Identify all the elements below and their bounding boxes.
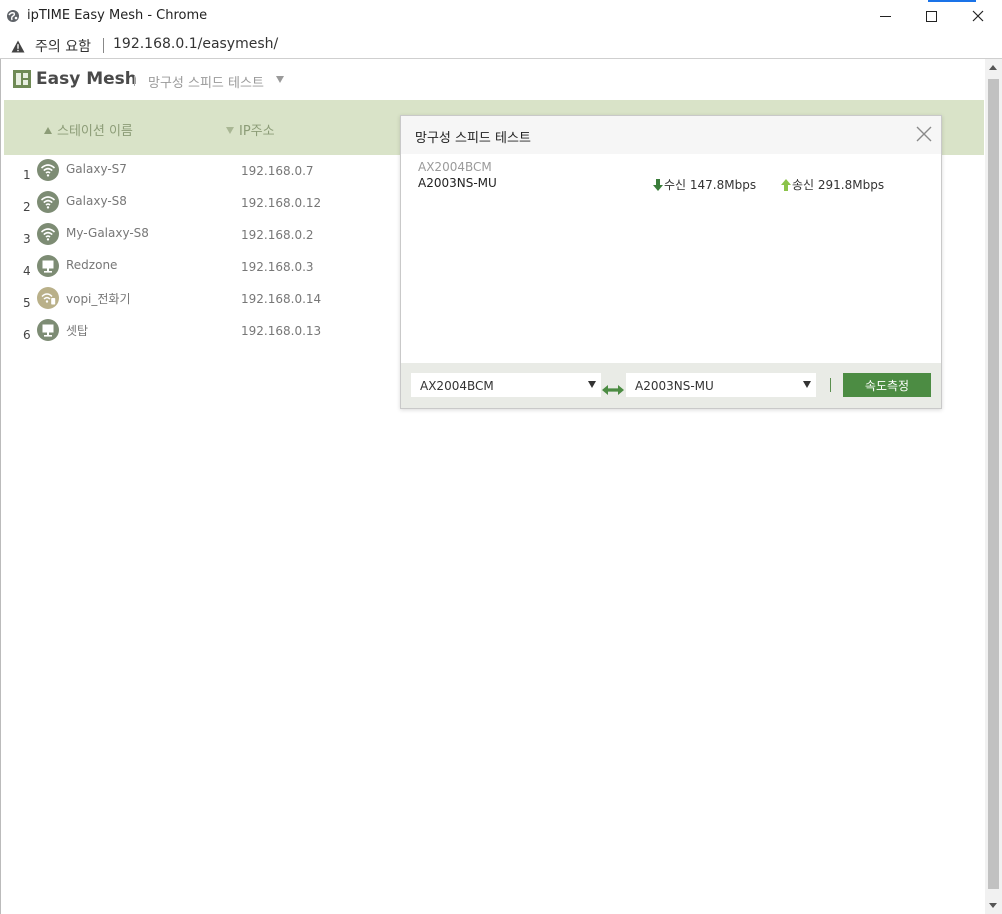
maximize-icon bbox=[925, 10, 937, 22]
arrow-down-icon bbox=[653, 179, 663, 191]
row-number: 4 bbox=[23, 264, 31, 278]
easy-mesh-logo-icon bbox=[13, 70, 31, 88]
result-source-device: AX2004BCM bbox=[418, 160, 492, 174]
send-rate-label: 송신 291.8Mbps bbox=[792, 178, 885, 192]
close-icon bbox=[972, 10, 984, 22]
column-header-ip-label: IP주소 bbox=[239, 124, 275, 139]
dialog-title: 망구성 스피드 테스트 bbox=[415, 131, 531, 146]
close-dialog-icon[interactable] bbox=[915, 125, 933, 143]
measure-speed-button[interactable]: 속도측정 bbox=[843, 373, 931, 397]
row-number: 1 bbox=[23, 168, 31, 182]
chevron-down-icon bbox=[803, 381, 811, 388]
maximize-button[interactable] bbox=[908, 0, 954, 32]
dialog-footer: AX2004BCM A2003NS-MU 속도측정 bbox=[401, 363, 941, 408]
bidirectional-arrow-icon bbox=[602, 380, 624, 399]
window-titlebar: ipTIME Easy Mesh - Chrome bbox=[0, 0, 1002, 33]
wifi-icon bbox=[37, 159, 59, 181]
table-row[interactable]: 6 셋탑 192.168.0.13 bbox=[1, 319, 401, 351]
wifi-icon bbox=[37, 191, 59, 213]
vertical-scrollbar[interactable] bbox=[985, 59, 1002, 914]
url-text[interactable]: 192.168.0.1/easymesh/ bbox=[113, 36, 278, 52]
column-header-name[interactable]: 스테이션 이름 bbox=[44, 120, 133, 139]
sort-desc-icon bbox=[226, 127, 234, 134]
receive-rate: 수신 147.8Mbps bbox=[653, 176, 756, 193]
column-header-name-label: 스테이션 이름 bbox=[57, 124, 133, 139]
header-divider bbox=[134, 76, 135, 86]
table-row[interactable]: 1 Galaxy-S7 192.168.0.7 bbox=[1, 159, 401, 191]
address-divider bbox=[103, 38, 104, 53]
address-bar[interactable]: 주의 요함 192.168.0.1/easymesh/ bbox=[0, 32, 1002, 59]
row-number: 2 bbox=[23, 200, 31, 214]
row-number: 6 bbox=[23, 328, 31, 342]
minimize-icon bbox=[879, 15, 891, 17]
table-row[interactable]: 2 Galaxy-S8 192.168.0.12 bbox=[1, 191, 401, 223]
window-title: ipTIME Easy Mesh - Chrome bbox=[27, 8, 208, 23]
speed-test-dialog: 망구성 스피드 테스트 AX2004BCM A2003NS-MU 수신 147.… bbox=[400, 115, 942, 409]
app-header: Easy Mesh 망구성 스피드 테스트 bbox=[1, 59, 986, 101]
wifi-icon bbox=[37, 223, 59, 245]
station-name: Galaxy-S7 bbox=[66, 162, 127, 176]
station-name: My-Galaxy-S8 bbox=[66, 226, 149, 240]
station-name: Redzone bbox=[66, 258, 118, 272]
warning-icon[interactable] bbox=[11, 38, 25, 57]
column-header-ip[interactable]: IP주소 bbox=[226, 120, 275, 139]
station-ip: 192.168.0.14 bbox=[241, 292, 322, 306]
row-number: 5 bbox=[23, 296, 31, 310]
wifi-phone-icon bbox=[37, 287, 59, 309]
station-name: 셋탑 bbox=[66, 324, 89, 338]
source-device-value: AX2004BCM bbox=[420, 379, 494, 393]
app-title: Easy Mesh bbox=[36, 69, 137, 89]
target-device-select[interactable]: A2003NS-MU bbox=[626, 373, 816, 397]
table-row[interactable]: 4 Redzone 192.168.0.3 bbox=[1, 255, 401, 287]
table-row[interactable]: 3 My-Galaxy-S8 192.168.0.2 bbox=[1, 223, 401, 255]
result-target-device: A2003NS-MU bbox=[418, 176, 497, 190]
send-rate: 송신 291.8Mbps bbox=[781, 176, 884, 193]
wired-icon bbox=[37, 319, 59, 341]
station-name: vopi_전화기 bbox=[66, 292, 131, 306]
receive-rate-label: 수신 147.8Mbps bbox=[664, 178, 757, 192]
sort-asc-icon bbox=[44, 127, 52, 134]
scrollbar-thumb[interactable] bbox=[988, 79, 999, 889]
breadcrumb[interactable]: 망구성 스피드 테스트 bbox=[148, 72, 264, 91]
page-viewport: Easy Mesh 망구성 스피드 테스트 스테이션 이름 IP주소 1 Gal… bbox=[0, 59, 1002, 914]
target-device-value: A2003NS-MU bbox=[635, 379, 714, 393]
station-ip: 192.168.0.2 bbox=[241, 228, 314, 242]
scroll-up-icon[interactable] bbox=[989, 65, 997, 70]
scroll-down-icon[interactable] bbox=[989, 903, 997, 908]
source-device-select[interactable]: AX2004BCM bbox=[411, 373, 601, 397]
station-name: Galaxy-S8 bbox=[66, 194, 127, 208]
row-number: 3 bbox=[23, 232, 31, 246]
table-row[interactable]: 5 vopi_전화기 192.168.0.14 bbox=[1, 287, 401, 319]
minimize-button[interactable] bbox=[862, 0, 908, 32]
chevron-down-icon[interactable] bbox=[276, 76, 284, 83]
station-ip: 192.168.0.12 bbox=[241, 196, 322, 210]
station-ip: 192.168.0.13 bbox=[241, 324, 322, 338]
globe-icon bbox=[6, 8, 20, 27]
arrow-up-icon bbox=[781, 179, 791, 191]
footer-divider bbox=[830, 378, 831, 392]
chevron-down-icon bbox=[588, 381, 596, 388]
station-ip: 192.168.0.3 bbox=[241, 260, 314, 274]
close-window-button[interactable] bbox=[955, 0, 1001, 32]
wired-icon bbox=[37, 255, 59, 277]
security-status[interactable]: 주의 요함 bbox=[35, 36, 91, 56]
station-ip: 192.168.0.7 bbox=[241, 164, 314, 178]
